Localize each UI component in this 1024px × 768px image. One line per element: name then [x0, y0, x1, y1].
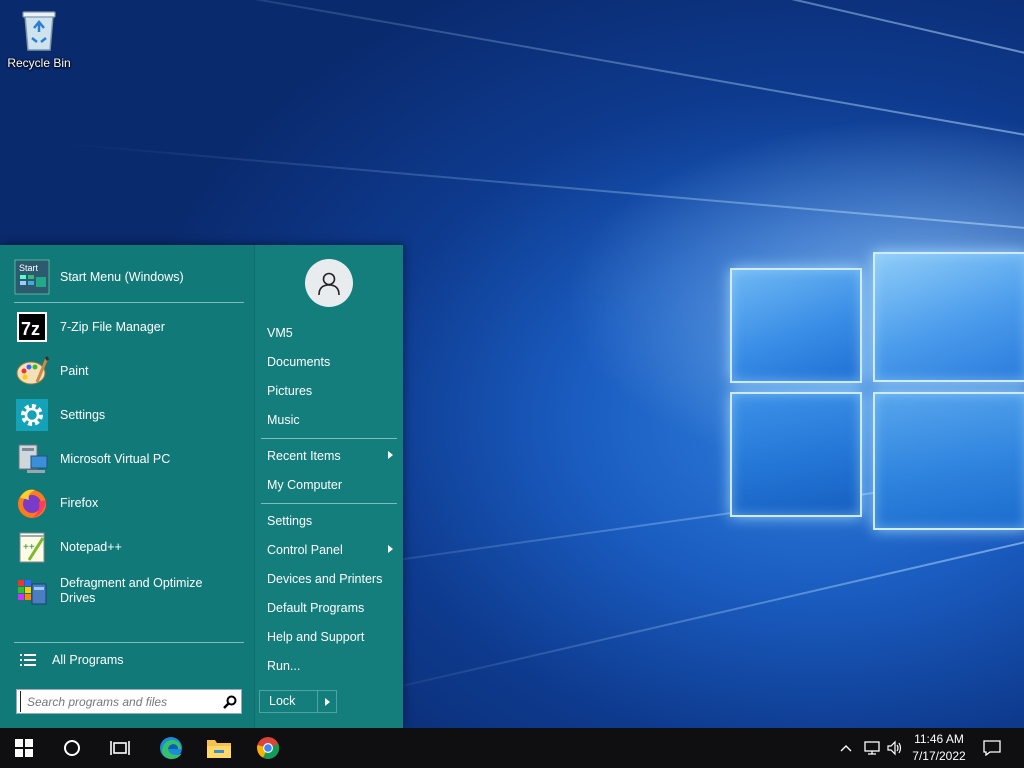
program-label: Settings	[60, 407, 106, 422]
submenu-arrow-icon	[388, 451, 393, 459]
windows-logo-pane	[730, 268, 862, 383]
places-label: Recent Items	[267, 449, 341, 463]
lock-label: Lock	[260, 691, 318, 712]
defragment-icon	[14, 573, 50, 609]
desktop-icon-recycle-bin[interactable]: Recycle Bin	[6, 6, 72, 70]
svg-text:Start: Start	[19, 263, 39, 273]
program-firefox[interactable]: Firefox	[14, 483, 246, 523]
chrome-icon	[257, 737, 280, 759]
program-label: Microsoft Virtual PC	[60, 451, 171, 466]
places-label: Control Panel	[267, 543, 343, 557]
program-defragment[interactable]: Defragment and Optimize Drives	[14, 571, 246, 611]
windows-logo-pane	[873, 392, 1024, 530]
start-menu-programs-column: Start Start Menu (Windows) 7z 7-Zip File…	[0, 245, 254, 728]
places-settings[interactable]: Settings	[261, 509, 397, 533]
program-label: 7-Zip File Manager	[60, 319, 165, 334]
places-default-programs[interactable]: Default Programs	[261, 596, 397, 620]
action-center-icon	[983, 740, 1001, 756]
places-pictures[interactable]: Pictures	[261, 379, 397, 403]
submenu-arrow-icon	[388, 545, 393, 553]
start-menu-icon: Start	[14, 259, 50, 295]
start-menu: Start Start Menu (Windows) 7z 7-Zip File…	[0, 245, 403, 728]
taskbar-file-explorer[interactable]	[195, 728, 243, 768]
light-beam	[0, 0, 1024, 62]
menu-divider	[14, 642, 244, 643]
seven-zip-icon: 7z	[14, 309, 50, 345]
speaker-icon	[887, 740, 902, 756]
search-icon[interactable]	[219, 691, 241, 713]
taskbar-clock[interactable]: 11:46 AM 7/17/2022	[904, 731, 974, 765]
firefox-icon	[14, 485, 50, 521]
program-7zip[interactable]: 7z 7-Zip File Manager	[14, 307, 246, 347]
places-run[interactable]: Run...	[261, 654, 397, 678]
notepad-plus-plus-icon: ++	[14, 529, 50, 565]
program-label: Paint	[60, 363, 89, 378]
task-view-icon	[110, 741, 130, 755]
edge-icon	[160, 737, 182, 760]
cortana-circle-icon	[64, 740, 80, 756]
program-notepadpp[interactable]: ++ Notepad++	[14, 527, 246, 567]
places-music[interactable]: Music	[261, 408, 397, 432]
menu-divider	[14, 302, 244, 303]
search-box	[16, 689, 242, 714]
start-menu-places-column: VM5 Documents Pictures Music Recent Item…	[254, 245, 403, 728]
places-documents[interactable]: Documents	[261, 350, 397, 374]
paint-palette-icon	[14, 353, 50, 389]
gear-icon	[14, 397, 50, 433]
show-hidden-icons-button[interactable]	[836, 728, 856, 768]
taskbar: 11:46 AM 7/17/2022	[0, 728, 1024, 768]
places-control-panel[interactable]: Control Panel	[261, 538, 397, 562]
virtual-pc-icon	[14, 441, 50, 477]
file-explorer-icon	[207, 740, 231, 758]
program-virtual-pc[interactable]: Microsoft Virtual PC	[14, 439, 246, 479]
all-programs-button[interactable]: All Programs	[14, 647, 246, 673]
volume-tray-button[interactable]	[884, 728, 906, 768]
menu-divider	[261, 503, 397, 504]
user-avatar[interactable]	[305, 259, 353, 307]
program-label: Start Menu (Windows)	[60, 269, 184, 284]
network-tray-button[interactable]	[860, 728, 884, 768]
lock-options-arrow-icon[interactable]	[325, 697, 330, 706]
program-settings[interactable]: Settings	[14, 395, 246, 435]
taskbar-chrome[interactable]	[244, 728, 292, 768]
svg-text:7z: 7z	[21, 319, 40, 339]
light-beam	[63, 142, 1024, 232]
clock-time: 11:46 AM	[914, 732, 964, 746]
light-beam	[318, 540, 1024, 707]
program-paint[interactable]: Paint	[14, 351, 246, 391]
all-programs-label: All Programs	[52, 653, 124, 667]
places-devices-printers[interactable]: Devices and Printers	[261, 567, 397, 591]
recycle-bin-icon	[22, 11, 56, 51]
network-icon	[864, 741, 880, 755]
windows-logo-pane	[730, 392, 862, 517]
start-button[interactable]	[0, 728, 48, 768]
program-label: Firefox	[60, 495, 99, 510]
desktop-icon-label: Recycle Bin	[7, 56, 71, 70]
light-beam	[15, 0, 1024, 142]
windows-logo-pane	[873, 252, 1024, 382]
program-start-menu[interactable]: Start Start Menu (Windows)	[14, 257, 246, 297]
program-label: Notepad++	[60, 539, 122, 554]
search-input[interactable]	[20, 691, 219, 712]
menu-divider	[261, 438, 397, 439]
places-recent-items[interactable]: Recent Items	[261, 444, 397, 468]
places-help-support[interactable]: Help and Support	[261, 625, 397, 649]
places-user-folder[interactable]: VM5	[261, 321, 397, 345]
lock-button[interactable]: Lock	[259, 690, 337, 713]
list-icon	[20, 654, 36, 666]
clock-date: 7/17/2022	[912, 749, 966, 763]
action-center-button[interactable]	[978, 728, 1006, 768]
taskbar-edge[interactable]	[147, 728, 195, 768]
chevron-up-icon	[840, 745, 852, 752]
task-view-button[interactable]	[96, 728, 144, 768]
start-windows-icon	[15, 739, 33, 757]
places-my-computer[interactable]: My Computer	[261, 473, 397, 497]
program-label: Defragment and Optimize Drives	[60, 576, 203, 605]
cortana-button[interactable]	[48, 728, 96, 768]
user-icon	[318, 272, 340, 296]
